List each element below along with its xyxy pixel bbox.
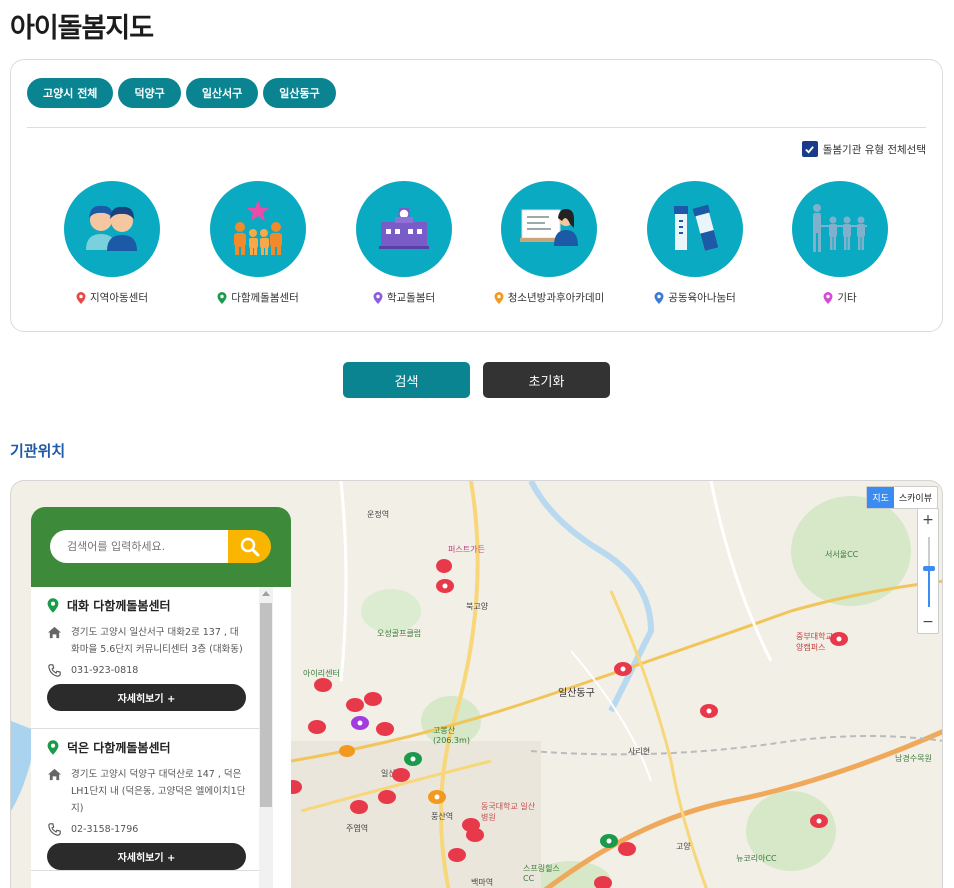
category-label: 학교돌봄터	[386, 292, 436, 304]
filter-panel: 고양시 전체 덕양구 일산서구 일산동구 돌봄기관 유형 전체선택 지역아동센터	[10, 59, 943, 332]
list-item[interactable]: 대화 다함께돌봄센터 경기도 고양시 일산서구 대화2로 137 , 대화마을 …	[31, 587, 259, 729]
search-bar	[31, 507, 291, 587]
people-group-icon[interactable]	[792, 181, 888, 277]
place-name: 대화 다함께돌봄센터	[67, 599, 171, 613]
category-youth-academy[interactable]: 청소년방과후아카데미	[479, 181, 619, 305]
region-tab-all[interactable]: 고양시 전체	[27, 78, 114, 108]
category-label: 다함께돌봄센터	[231, 292, 299, 304]
place-name: 덕은 다함께돌봄센터	[67, 741, 171, 755]
detail-button[interactable]: 자세히보기 +	[47, 843, 246, 870]
zoom-in-button[interactable]: +	[918, 509, 938, 531]
category-label: 공동육아나눔터	[668, 292, 736, 304]
home-icon	[48, 626, 61, 639]
map-marker[interactable]	[436, 559, 453, 580]
phone-icon	[48, 823, 61, 836]
reset-button[interactable]: 초기화	[483, 362, 610, 398]
category-label: 청소년방과후아카데미	[507, 292, 605, 304]
scroll-up-icon[interactable]	[262, 591, 270, 596]
select-all-toggle[interactable]: 돌봄기관 유형 전체선택	[801, 141, 926, 157]
region-tabs: 고양시 전체 덕양구 일산서구 일산동구	[27, 78, 336, 108]
scroll-thumb[interactable]	[260, 603, 272, 807]
search-button[interactable]: 검색	[343, 362, 470, 398]
region-tab-deogyang[interactable]: 덕양구	[118, 78, 181, 108]
zoom-slider-handle[interactable]	[923, 566, 935, 571]
search-icon[interactable]	[228, 530, 271, 563]
category-local-child-center[interactable]: 지역아동센터	[42, 181, 182, 305]
place-phone: 02-3158-1796	[71, 824, 139, 835]
region-tab-ilsandong[interactable]: 일산동구	[263, 78, 336, 108]
children-icon[interactable]	[64, 181, 160, 277]
home-icon	[48, 768, 61, 781]
category-other[interactable]: 기타	[770, 181, 910, 305]
location-pin-icon	[47, 598, 59, 613]
category-label: 기타	[837, 292, 857, 304]
map-type-skyview[interactable]: 스카이뷰	[894, 487, 937, 508]
select-all-label: 돌봄기관 유형 전체선택	[822, 143, 926, 156]
map-type-toggle: 지도 스카이뷰	[866, 486, 938, 509]
school-icon[interactable]	[356, 181, 452, 277]
place-search-panel: 대화 다함께돌봄센터 경기도 고양시 일산서구 대화2로 137 , 대화마을 …	[31, 507, 291, 888]
location-pin-icon	[47, 740, 59, 755]
teacher-board-icon[interactable]	[501, 181, 597, 277]
select-all-checkbox[interactable]	[801, 141, 818, 157]
section-title: 기관위치	[10, 442, 66, 460]
page-title: 아이돌봄지도	[10, 13, 154, 44]
place-address: 경기도 고양시 덕양구 대덕산로 147 , 덕은LH1단지 내 (덕은동, 고…	[71, 769, 246, 814]
family-star-icon[interactable]	[210, 181, 306, 277]
place-address: 경기도 고양시 일산서구 대화2로 137 , 대화마을 5.6단지 커뮤니티센…	[71, 627, 243, 655]
place-phone: 031-923-0818	[71, 665, 139, 676]
list-item[interactable]: 덕은 다함께돌봄센터 경기도 고양시 덕양구 대덕산로 147 , 덕은LH1단…	[31, 729, 259, 871]
category-school-care[interactable]: 학교돌봄터	[334, 181, 474, 305]
scrollbar[interactable]	[259, 587, 273, 888]
phone-icon	[48, 664, 61, 677]
zoom-control: + −	[917, 508, 939, 634]
zoom-out-button[interactable]: −	[918, 611, 938, 633]
search-input[interactable]	[50, 530, 228, 563]
category-label: 지역아동센터	[90, 292, 148, 304]
map-type-map[interactable]: 지도	[867, 487, 894, 508]
region-tab-ilsanseo[interactable]: 일산서구	[185, 78, 259, 108]
divider	[27, 127, 926, 128]
detail-button[interactable]: 자세히보기 +	[47, 684, 246, 711]
result-list-container: 대화 다함께돌봄센터 경기도 고양시 일산서구 대화2로 137 , 대화마을 …	[31, 587, 291, 888]
result-list[interactable]: 대화 다함께돌봄센터 경기도 고양시 일산서구 대화2로 137 , 대화마을 …	[31, 587, 259, 888]
zoom-level-fill	[928, 569, 930, 607]
category-shared-parenting[interactable]: 공동육아나눔터	[625, 181, 765, 305]
baby-bottle-icon[interactable]	[647, 181, 743, 277]
category-together-care-center[interactable]: 다함께돌봄센터	[188, 181, 328, 305]
map-view[interactable]: 운정역 퍼스트가든 북고양 오성골프클럽 아이리센터 일산동구 고봉산 (206…	[10, 480, 943, 888]
